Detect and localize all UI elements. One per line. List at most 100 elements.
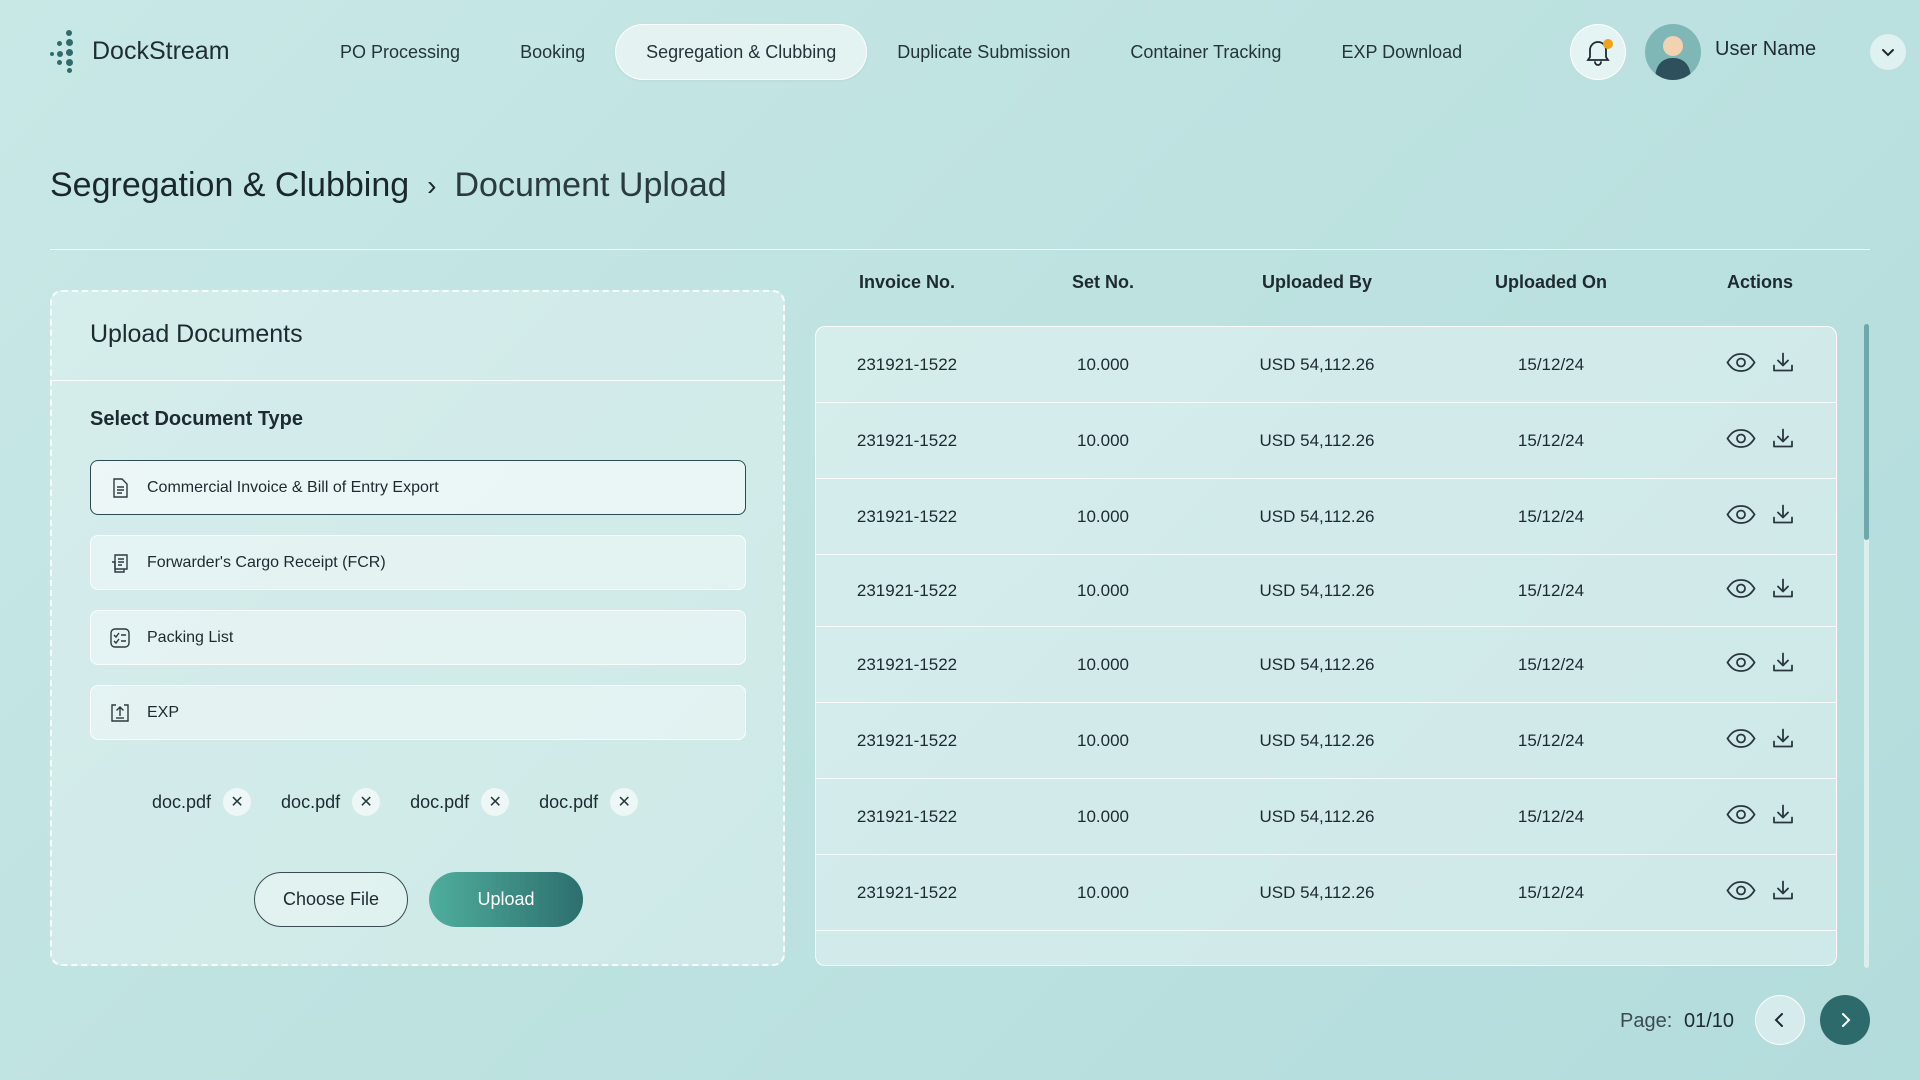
cell-uploaded-on: 15/12/24 [1517,581,1585,600]
user-menu-button[interactable] [1870,34,1906,70]
prev-page-button[interactable] [1755,995,1805,1045]
close-icon: ✕ [359,794,373,811]
file-chip: doc.pdf ✕ [410,788,510,816]
table-row: 231921-1522 10.000 USD 54,112.26 15/12/24 [816,327,1836,403]
view-icon[interactable] [1726,505,1756,530]
nav-container-tracking[interactable]: Container Tracking [1100,24,1311,80]
notification-button[interactable] [1570,24,1626,80]
view-icon[interactable] [1726,729,1756,754]
file-chip: doc.pdf ✕ [152,788,252,816]
chevron-right-icon [1842,1013,1851,1027]
cell-uploaded-on: 15/12/24 [1517,807,1585,826]
remove-file-button[interactable]: ✕ [223,788,252,816]
cell-invoice-no: 231921-1522 [856,807,958,826]
view-icon[interactable] [1726,579,1756,604]
page-title: Document Upload [454,166,727,204]
notification-dot [1603,39,1613,49]
main-nav: PO Processing Booking Segregation & Club… [310,24,1492,80]
table-row: 231921-1522 10.000 USD 54,112.26 15/12/24 [816,479,1836,555]
doc-type-heading: Select Document Type [90,408,304,430]
cell-set-no: 10.000 [1077,655,1129,674]
cell-uploaded-on: 15/12/24 [1517,731,1585,750]
close-icon: ✕ [617,794,631,811]
cell-uploaded-by: USD 54,112.26 [1259,883,1375,902]
upload-box-icon [111,703,129,722]
cell-uploaded-on: 15/12/24 [1517,507,1585,526]
cell-set-no: 10.000 [1077,807,1129,826]
logo-icon [50,30,80,73]
table-body: 231921-1522 10.000 USD 54,112.26 15/12/24 23… [815,326,1837,966]
page-indicator: 01/10 [1684,1010,1735,1032]
doc-type-label: EXP [147,703,180,721]
next-page-button[interactable] [1820,995,1870,1045]
cell-invoice-no: 231921-1522 [856,731,958,750]
nav-exp-download[interactable]: EXP Download [1311,24,1492,80]
cell-set-no: 10.000 [1077,731,1129,750]
download-icon[interactable] [1771,351,1795,380]
col-set-no[interactable]: Set No. [1072,272,1134,293]
file-chip: doc.pdf ✕ [281,788,381,816]
remove-file-button[interactable]: ✕ [352,788,381,816]
view-icon[interactable] [1726,429,1756,454]
remove-file-button[interactable]: ✕ [610,788,639,816]
cell-set-no: 10.000 [1077,355,1129,374]
breadcrumb-parent[interactable]: Segregation & Clubbing [50,166,409,205]
nav-segregation-clubbing[interactable]: Segregation & Clubbing [615,24,868,80]
view-icon[interactable] [1726,353,1756,378]
file-chip: doc.pdf ✕ [539,788,639,816]
cell-invoice-no: 231921-1522 [856,581,958,600]
cell-uploaded-by: USD 54,112.26 [1259,581,1375,600]
col-uploaded-by[interactable]: Uploaded By [1262,272,1372,293]
download-icon[interactable] [1771,577,1795,606]
doc-type-fcr[interactable]: Forwarder's Cargo Receipt (FCR) [90,535,746,590]
nav-duplicate-submission[interactable]: Duplicate Submission [867,24,1100,80]
table-row: 231921-1522 10.000 USD 54,112.26 15/12/24 [816,403,1836,479]
scrollbar-thumb[interactable] [1864,324,1869,540]
download-icon[interactable] [1771,727,1795,756]
table-scrollbar[interactable] [1864,324,1869,968]
download-icon[interactable] [1771,879,1795,908]
cell-uploaded-by: USD 54,112.26 [1259,655,1375,674]
nav-booking[interactable]: Booking [490,24,615,80]
view-icon[interactable] [1726,653,1756,678]
doc-type-packing-list[interactable]: Packing List [90,610,746,665]
upload-button[interactable]: Upload [429,872,583,927]
avatar[interactable] [1645,24,1701,80]
view-icon[interactable] [1726,881,1756,906]
download-icon[interactable] [1771,503,1795,532]
doc-type-exp[interactable]: EXP [90,685,746,740]
download-icon[interactable] [1771,427,1795,456]
cell-uploaded-by: USD 54,112.26 [1259,355,1375,374]
page-label: Page: [1620,1010,1673,1032]
app-name: DockStream [92,36,230,65]
top-header: DockStream PO Processing Booking Segrega… [0,0,1920,100]
cell-uploaded-by: USD 54,112.26 [1259,731,1375,750]
doc-type-commercial-invoice[interactable]: Commercial Invoice & Bill of Entry Expor… [90,460,746,515]
receipt-icon [112,553,128,573]
download-icon[interactable] [1771,651,1795,680]
download-icon[interactable] [1771,803,1795,832]
app-logo[interactable]: DockStream [50,30,230,73]
chevron-down-icon [1882,49,1894,57]
user-name[interactable]: User Name [1715,38,1816,61]
choose-file-button[interactable]: Choose File [254,872,408,927]
upload-divider [52,380,783,381]
cell-invoice-no: 231921-1522 [856,431,958,450]
remove-file-button[interactable]: ✕ [481,788,510,816]
cell-set-no: 10.000 [1077,581,1129,600]
view-icon[interactable] [1726,805,1756,830]
col-uploaded-on[interactable]: Uploaded On [1495,272,1607,293]
cell-invoice-no: 231921-1522 [856,355,958,374]
col-invoice-no[interactable]: Invoice No. [859,272,955,293]
nav-po-processing[interactable]: PO Processing [310,24,490,80]
breadcrumb: Segregation & Clubbing › Document Upload [50,166,727,205]
cell-set-no: 10.000 [1077,431,1129,450]
close-icon: ✕ [230,794,244,811]
table-header: Invoice No. Set No. Uploaded By Uploaded… [815,272,1837,302]
file-name: doc.pdf [281,791,341,812]
header-divider [50,249,1870,250]
cell-uploaded-on: 15/12/24 [1517,355,1585,374]
table-row: 231921-1522 10.000 USD 54,112.26 15/12/24 [816,627,1836,703]
file-name: doc.pdf [539,791,599,812]
doc-type-label: Commercial Invoice & Bill of Entry Expor… [147,478,439,496]
